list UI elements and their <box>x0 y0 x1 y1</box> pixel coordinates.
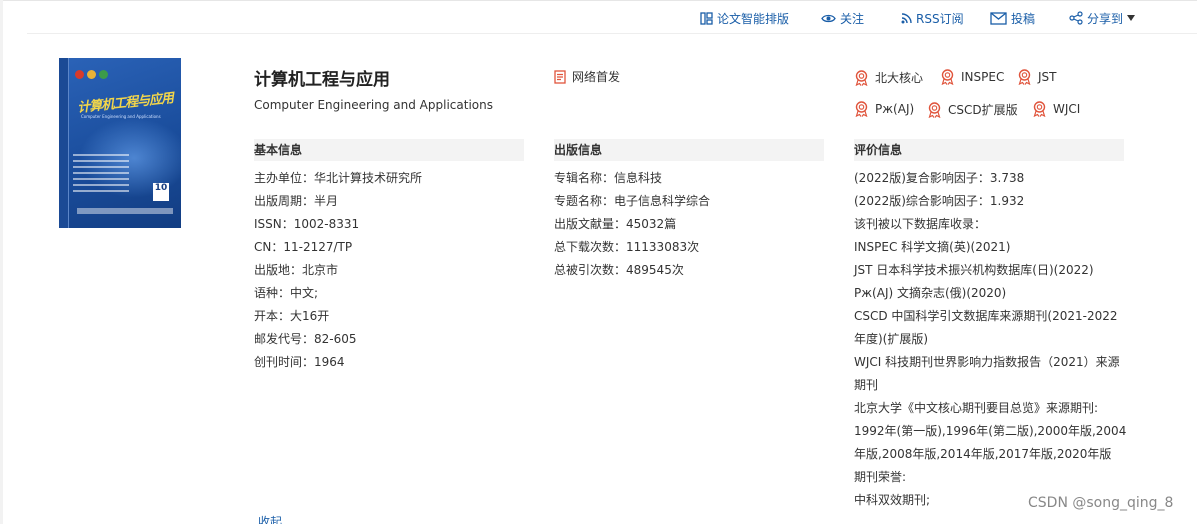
mail-icon <box>990 11 1007 25</box>
pku-core-years: 1992年(第一版),1996年(第二版),2000年版,2004年版,2008… <box>854 424 1127 461</box>
journal-title: 计算机工程与应用 <box>254 70 390 90</box>
basic-info-list: 主办单位：华北计算技术研究所 出版周期：半月 ISSN：1002-8331 CN… <box>254 167 422 374</box>
badge-aj: Pж(AJ) <box>854 101 914 117</box>
smart-layout-link[interactable]: 论文智能排版 <box>700 9 789 27</box>
info-row: 创刊时间：1964 <box>254 355 345 369</box>
pku-core-header: 北京大学《中文核心期刊要目总览》来源期刊: <box>854 401 1099 415</box>
rss-link[interactable]: RSS订阅 <box>901 9 964 27</box>
document-icon <box>554 69 566 84</box>
cover-issue-number: 10 <box>153 183 169 201</box>
badge-label: CSCD扩展版 <box>948 103 1018 117</box>
badge-pku-core: 北大核心 <box>854 69 923 86</box>
section-evaluation-info: 评价信息 <box>854 139 1124 161</box>
journal-cover-image[interactable]: 计算机工程与应用 Computer Engineering and Applic… <box>59 58 181 228</box>
honors-header: 期刊荣誉: <box>854 470 907 484</box>
journal-english-title: Computer Engineering and Applications <box>254 98 493 112</box>
info-row: CN：11-2127/TP <box>254 240 353 254</box>
info-row: 语种：中文; <box>254 286 319 300</box>
rss-icon <box>901 12 912 23</box>
info-row: 专辑名称：信息科技 <box>554 171 663 185</box>
database-item: CSCD 中国科学引文数据库来源期刊(2021-2022年度)(扩展版) <box>854 309 1118 346</box>
award-icon <box>855 69 868 86</box>
composite-impact-factor: (2022版)复合影响因子：3.738 <box>854 171 1025 185</box>
journal-page: 论文智能排版 关注 RSS订阅 投稿 分享到 计算机工程与应用 Computer… <box>3 0 1197 524</box>
share-label: 分享到 <box>1087 11 1124 26</box>
badge-cscd: CSCD扩展版 <box>927 101 1018 118</box>
badge-label: INSPEC <box>961 70 1005 84</box>
info-row: ISSN：1002-8331 <box>254 217 360 231</box>
top-toolbar: 论文智能排版 关注 RSS订阅 投稿 分享到 <box>3 1 1197 35</box>
database-item: INSPEC 科学文摘(英)(2021) <box>854 240 1011 254</box>
layout-icon <box>700 11 713 25</box>
info-row: 出版文献量：45032篇 <box>554 217 677 231</box>
badge-label: JST <box>1038 70 1057 84</box>
caret-down-icon <box>1127 15 1136 21</box>
rss-label: RSS订阅 <box>916 11 964 26</box>
cover-subtitle: Computer Engineering and Applications <box>81 114 161 119</box>
info-row: 总下载次数：11133083次 <box>554 240 700 254</box>
badge-label: 北大核心 <box>875 71 924 85</box>
award-icon <box>928 101 941 118</box>
info-row: 开本：大16开 <box>254 309 330 323</box>
award-icon <box>1018 69 1031 85</box>
network-first-tag[interactable]: 网络首发 <box>554 68 620 85</box>
badge-wjci: WJCI <box>1032 101 1080 117</box>
info-row: 出版地：北京市 <box>254 263 339 277</box>
follow-link[interactable]: 关注 <box>821 9 864 27</box>
cover-title: 计算机工程与应用 <box>76 91 174 116</box>
evaluation-info-list: (2022版)复合影响因子：3.738 (2022版)综合影响因子：1.932 … <box>854 167 1127 512</box>
badge-label: WJCI <box>1053 102 1081 116</box>
cover-publisher-band <box>77 208 173 214</box>
collapse-label: 收起 <box>258 515 283 524</box>
badge-label: Pж(AJ) <box>875 102 915 116</box>
badge-inspec: INSPEC <box>940 69 1004 85</box>
follow-label: 关注 <box>840 11 865 26</box>
database-item: JST 日本科学技术振兴机构数据库(日)(2022) <box>854 263 1094 277</box>
award-icon <box>1033 101 1046 117</box>
database-item: Pж(AJ) 文摘杂志(俄)(2020) <box>854 286 1007 300</box>
cover-spine <box>59 58 69 228</box>
cover-decoration-lines <box>73 154 129 196</box>
publish-info-list: 专辑名称：信息科技 专题名称：电子信息科学综合 出版文献量：45032篇 总下载… <box>554 167 710 282</box>
info-row: 邮发代号：82-605 <box>254 332 357 346</box>
submit-link[interactable]: 投稿 <box>990 9 1035 27</box>
csdn-watermark: CSDN @song_qing_8 <box>1028 495 1174 511</box>
share-icon <box>1069 11 1083 25</box>
collapse-link[interactable]: 收起 <box>258 513 282 524</box>
info-row: 总被引次数：489545次 <box>554 263 684 277</box>
section-basic-info: 基本信息 <box>254 139 524 161</box>
cover-logos <box>75 70 108 79</box>
network-first-label: 网络首发 <box>572 70 621 84</box>
database-item: WJCI 科技期刊世界影响力指数报告（2021）来源期刊 <box>854 355 1120 392</box>
smart-layout-label: 论文智能排版 <box>717 11 790 26</box>
info-row: 主办单位：华北计算技术研究所 <box>254 171 423 185</box>
database-header: 该刊被以下数据库收录： <box>854 217 987 231</box>
toolbar-divider <box>27 33 1197 34</box>
badge-jst: JST <box>1017 69 1057 85</box>
award-icon <box>941 69 954 85</box>
share-link[interactable]: 分享到 <box>1069 9 1136 27</box>
submit-label: 投稿 <box>1011 11 1036 26</box>
award-icon <box>855 101 868 117</box>
section-publish-info: 出版信息 <box>554 139 824 161</box>
info-row: 出版周期：半月 <box>254 194 339 208</box>
info-row: 专题名称：电子信息科学综合 <box>554 194 711 208</box>
comprehensive-impact-factor: (2022版)综合影响因子：1.932 <box>854 194 1025 208</box>
eye-icon <box>821 14 836 22</box>
